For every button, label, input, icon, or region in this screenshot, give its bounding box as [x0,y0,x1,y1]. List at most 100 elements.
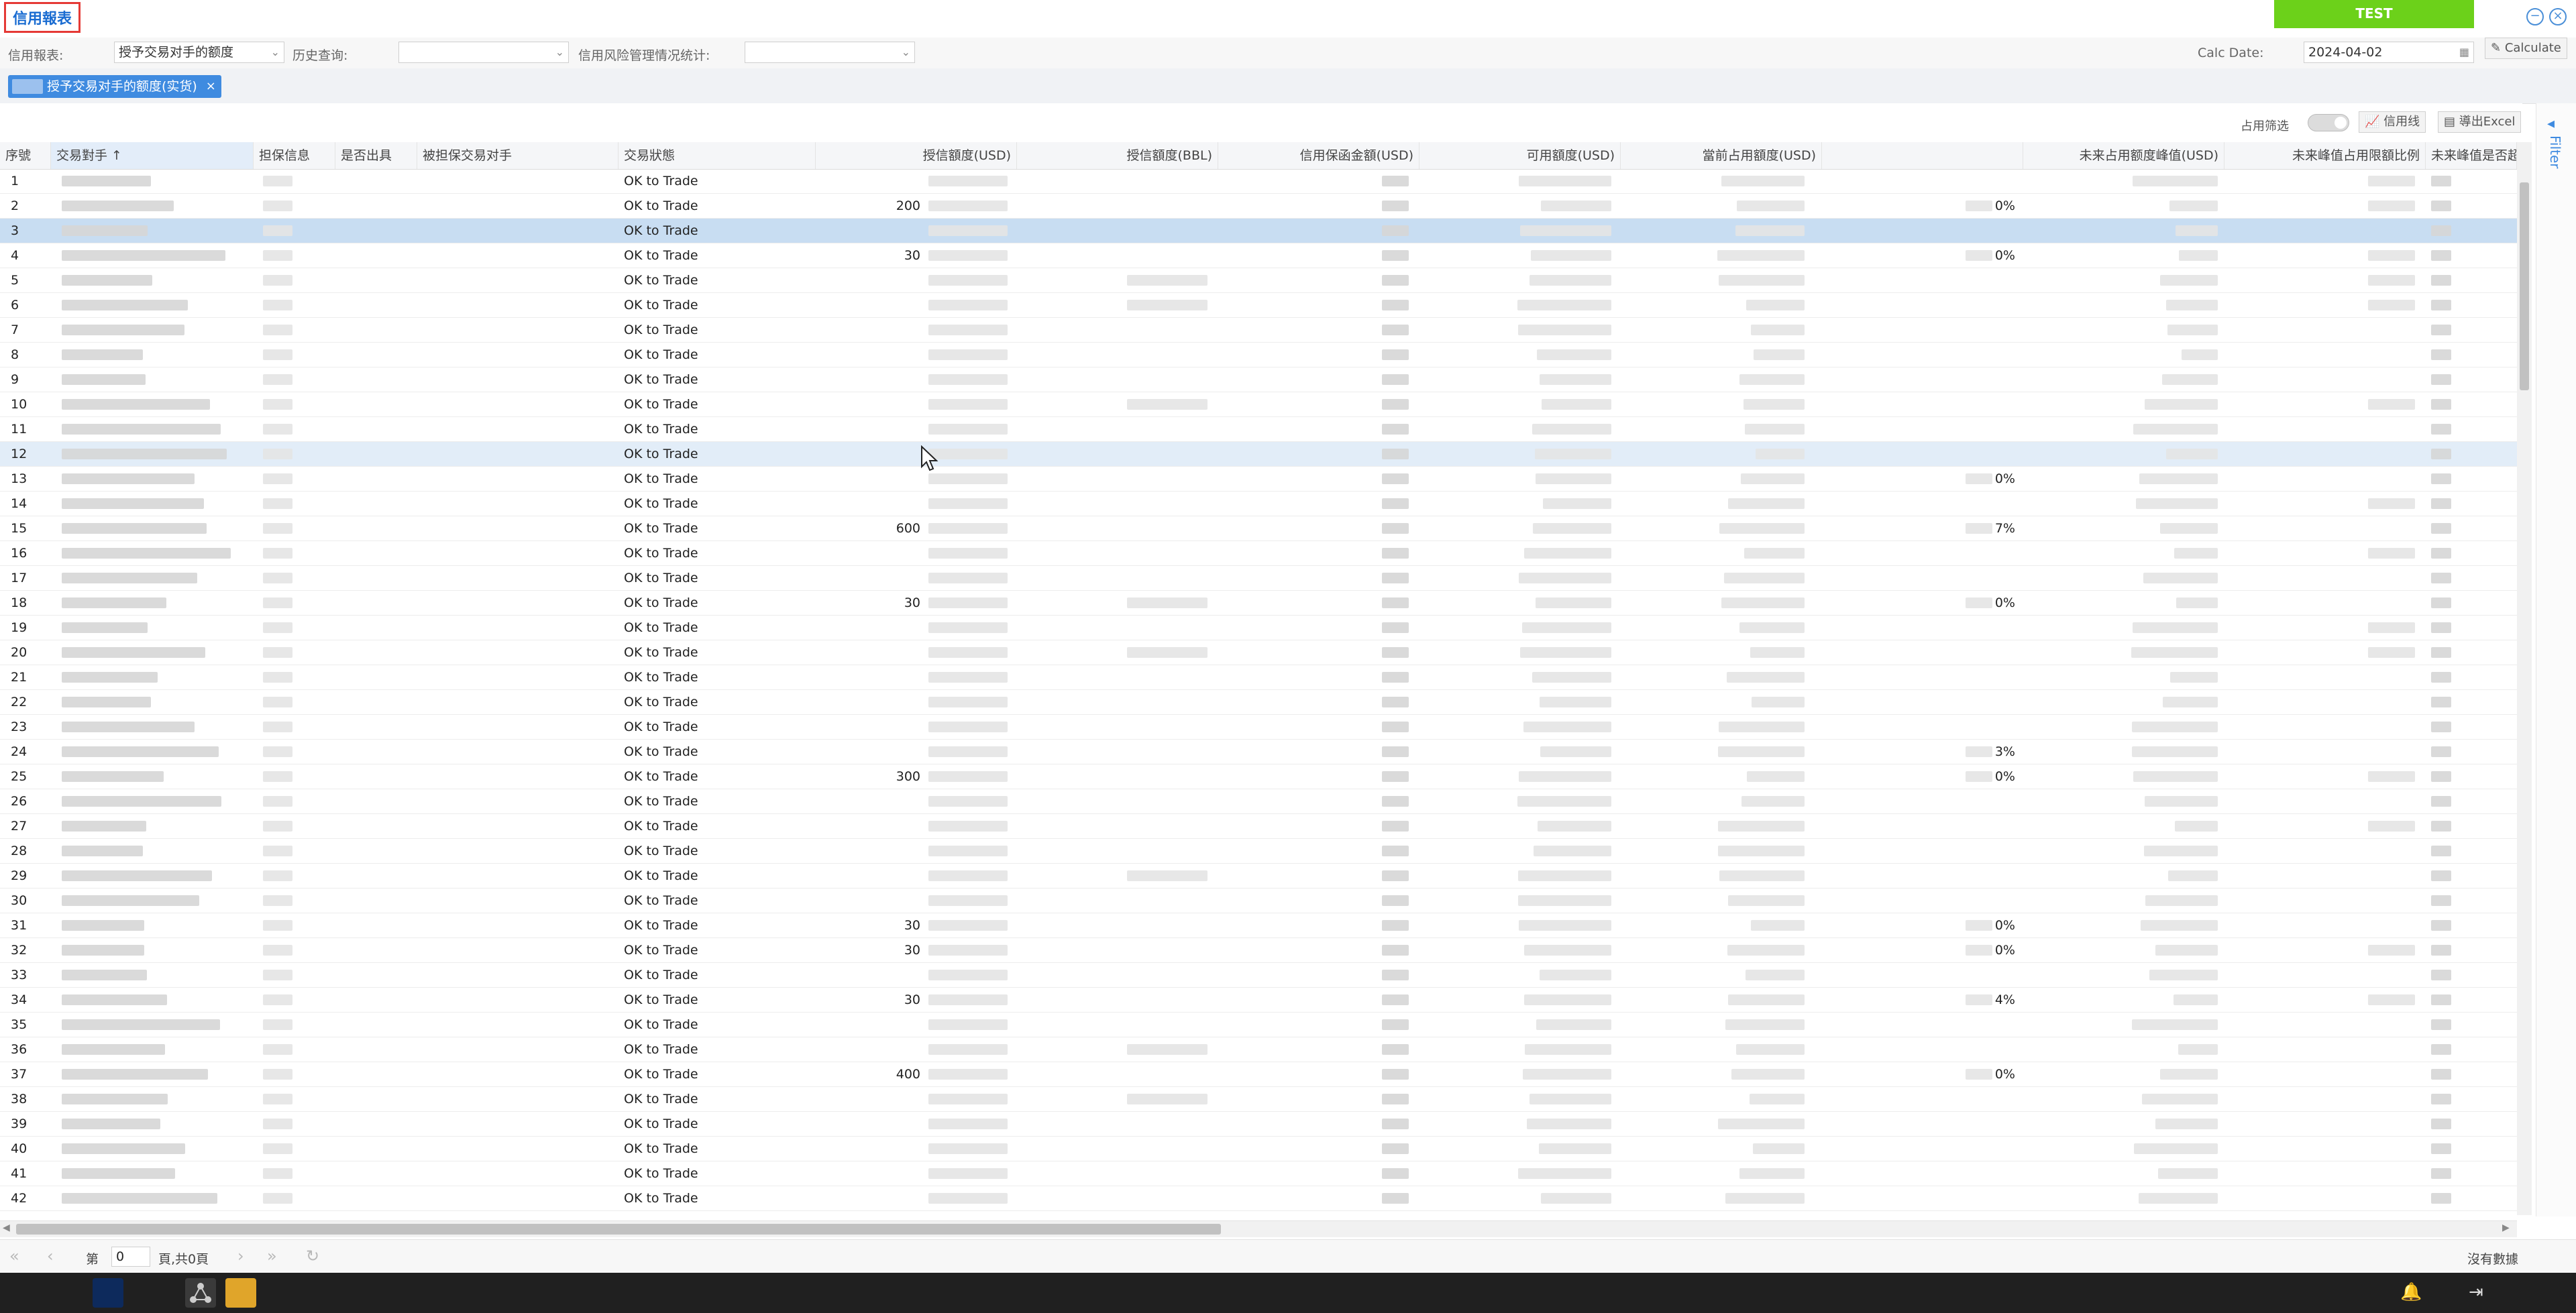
table-row[interactable]: 40 OK to Trade [0,1137,2517,1161]
lc-amount-redacted [1382,1193,1409,1204]
future-peak-redacted [2133,424,2218,435]
table-row[interactable]: 25 OK to Trade 300 0% [0,764,2517,789]
credit-usd-cell [816,690,926,714]
table-row[interactable]: 6 OK to Trade [0,293,2517,318]
table-row[interactable]: 1 OK to Trade [0,169,2517,194]
table-row[interactable]: 7 OK to Trade [0,318,2517,343]
table-row[interactable]: 38 OK to Trade [0,1087,2517,1112]
notification-icon[interactable]: 🔔 [2400,1282,2422,1302]
table-row[interactable]: 2 OK to Trade 200 0% [0,194,2517,219]
filter-panel[interactable]: ◂ Filter [2536,103,2576,1216]
report-select[interactable]: 授予交易对手的额度 ⌄ [114,42,284,63]
table-row[interactable]: 31 OK to Trade 30 0% [0,913,2517,938]
col-guarantee-info-header[interactable]: 担保信息 [254,142,335,169]
scroll-left-icon[interactable]: ◀ [3,1222,10,1233]
credit-line-button[interactable]: 📈 信用线 [2359,111,2426,133]
spreadsheet-app-icon[interactable] [225,1278,256,1308]
col-lc-amount-header[interactable]: 信用保函金額(USD) [1218,142,1419,169]
test-button[interactable]: TEST [2274,0,2474,28]
minimize-icon[interactable]: − [2526,8,2544,25]
table-row[interactable]: 21 OK to Trade [0,665,2517,690]
ibm-app-icon[interactable] [93,1278,123,1308]
table-row[interactable]: 14 OK to Trade [0,492,2517,516]
vertical-scrollbar[interactable] [2517,142,2532,1215]
guarantee-redacted [263,970,292,980]
col-counterparty-header[interactable]: 交易對手 ↑ [51,142,254,169]
table-row[interactable]: 42 OK to Trade [0,1186,2517,1211]
col-usage-ratio-header[interactable] [1822,142,2023,169]
col-trade-status-header[interactable]: 交易狀態 [619,142,816,169]
col-index-header[interactable]: 序號 [0,142,51,169]
table-row[interactable]: 17 OK to Trade [0,566,2517,591]
export-excel-button[interactable]: ▤ 導出Excel [2438,111,2522,133]
table-row[interactable]: 12 OK to Trade [0,442,2517,467]
table-row[interactable]: 39 OK to Trade [0,1112,2517,1137]
horizontal-scroll-thumb[interactable] [16,1224,1221,1235]
calendar-icon[interactable]: ▦ [2459,42,2469,62]
col-issued-header[interactable]: 是否出具 [335,142,417,169]
horizontal-scrollbar[interactable]: ◀ ▶ [0,1220,2517,1237]
credit-usd-cell: 30 [904,992,920,1007]
col-available-header[interactable]: 可用額度(USD) [1419,142,1621,169]
table-row[interactable]: 32 OK to Trade 30 0% [0,938,2517,963]
risk-select[interactable]: ⌄ [745,42,915,63]
calc-date-input[interactable]: 2024-04-02 ▦ [2304,42,2474,63]
table-row[interactable]: 23 OK to Trade [0,715,2517,740]
first-page-icon[interactable]: « [9,1247,19,1265]
table-row[interactable]: 18 OK to Trade 30 0% [0,591,2517,616]
next-page-icon[interactable]: › [237,1247,244,1265]
table-row[interactable]: 30 OK to Trade [0,889,2517,913]
network-app-icon[interactable] [185,1278,216,1308]
table-row[interactable]: 3 OK to Trade [0,219,2517,243]
table-row[interactable]: 36 OK to Trade [0,1037,2517,1062]
table-row[interactable]: 37 OK to Trade 400 0% [0,1062,2517,1087]
table-row[interactable]: 19 OK to Trade [0,616,2517,640]
table-row[interactable]: 15 OK to Trade 600 7% [0,516,2517,541]
trade-status-cell: OK to Trade [624,198,698,213]
table-row[interactable]: 33 OK to Trade [0,963,2517,988]
table-row[interactable]: 8 OK to Trade [0,343,2517,367]
credit-usd-cell [816,789,926,813]
tab-close-icon[interactable]: × [206,75,216,98]
col-peak-exceeded-header[interactable]: 未来峰值是否超限 [2426,142,2517,169]
logout-icon[interactable]: ⇥ [2469,1282,2483,1302]
table-row[interactable]: 28 OK to Trade [0,839,2517,864]
col-credit-bbl-header[interactable]: 授信額度(BBL) [1017,142,1218,169]
table-row[interactable]: 11 OK to Trade [0,417,2517,442]
table-row[interactable]: 24 OK to Trade 3% [0,740,2517,764]
table-row[interactable]: 41 OK to Trade [0,1161,2517,1186]
prev-page-icon[interactable]: ‹ [47,1247,54,1265]
table-row[interactable]: 26 OK to Trade [0,789,2517,814]
table-row[interactable]: 10 OK to Trade [0,392,2517,417]
table-row[interactable]: 4 OK to Trade 30 0% [0,243,2517,268]
occupy-filter-toggle[interactable] [2308,114,2349,131]
calculate-button[interactable]: ✎ Calculate [2485,38,2567,59]
tab-credit-limit[interactable]: 授予交易对手的额度(实货) × [8,75,221,98]
table-row[interactable]: 9 OK to Trade [0,367,2517,392]
col-current-usage-header[interactable]: 當前占用額度(USD) [1621,142,1822,169]
counterparty-redacted [62,399,210,410]
filter-expand-icon[interactable]: ◂ [2547,115,2555,132]
vertical-scroll-thumb[interactable] [2520,182,2529,390]
table-row[interactable]: 13 OK to Trade 0% [0,467,2517,492]
table-row[interactable]: 29 OK to Trade [0,864,2517,889]
filter-panel-label[interactable]: Filter [2547,135,2563,169]
table-row[interactable]: 27 OK to Trade [0,814,2517,839]
last-page-icon[interactable]: » [267,1247,277,1265]
table-row[interactable]: 16 OK to Trade [0,541,2517,566]
col-peak-ratio-header[interactable]: 未来峰值占用限額比例 [2224,142,2426,169]
page-input[interactable]: 0 [111,1247,150,1267]
refresh-icon[interactable]: ↻ [306,1247,319,1265]
table-row[interactable]: 22 OK to Trade [0,690,2517,715]
guarantee-redacted [263,870,292,881]
table-row[interactable]: 5 OK to Trade [0,268,2517,293]
col-guaranteed-party-header[interactable]: 被担保交易对手 [417,142,619,169]
col-credit-usd-header[interactable]: 授信額度(USD) [816,142,1017,169]
scroll-right-icon[interactable]: ▶ [2502,1222,2510,1233]
table-row[interactable]: 20 OK to Trade [0,640,2517,665]
table-row[interactable]: 35 OK to Trade [0,1013,2517,1037]
col-future-peak-header[interactable]: 未来占用额度峰值(USD) [2023,142,2224,169]
history-select[interactable]: ⌄ [398,42,569,63]
table-row[interactable]: 34 OK to Trade 30 4% [0,988,2517,1013]
close-icon[interactable]: × [2549,8,2567,25]
